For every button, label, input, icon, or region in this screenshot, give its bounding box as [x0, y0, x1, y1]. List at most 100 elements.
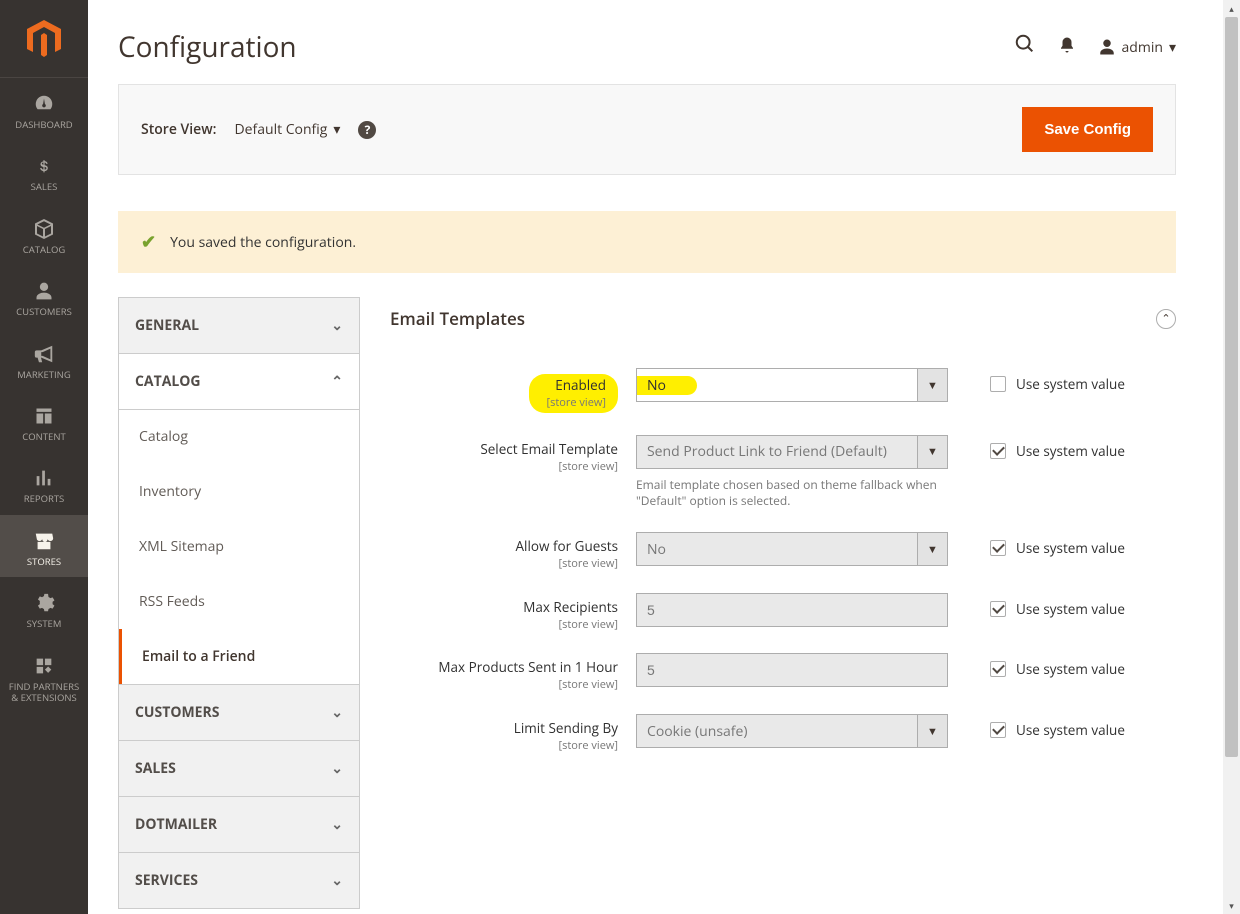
- tab-dotmailer[interactable]: DOTMAILER ⌄: [118, 796, 360, 853]
- nav-content[interactable]: CONTENT: [0, 390, 88, 452]
- tab-general[interactable]: GENERAL ⌄: [118, 297, 360, 354]
- chevron-down-icon: ⌄: [331, 759, 343, 778]
- chevron-down-icon: ▼: [917, 369, 947, 401]
- config-row: Max Recipients[store view] Use system val…: [390, 593, 1176, 632]
- nav-label: SYSTEM: [27, 618, 62, 629]
- save-config-button[interactable]: Save Config: [1022, 107, 1153, 152]
- help-icon[interactable]: ?: [358, 121, 376, 139]
- config-tabs: GENERAL ⌄ CATALOG ⌃ Catalog Inventory XM…: [118, 297, 360, 908]
- tab-label: CUSTOMERS: [135, 703, 219, 722]
- select-value: No: [637, 376, 917, 395]
- tab-catalog[interactable]: CATALOG ⌃: [118, 353, 360, 410]
- nav-label: STORES: [27, 556, 61, 567]
- store-view-switcher[interactable]: Default Config ▾: [234, 120, 340, 139]
- config-content: Email Templates ⌃ Enabled[store view]No▼…: [390, 297, 1176, 908]
- field-label: Max Products Sent in 1 Hour[store view]: [390, 653, 636, 692]
- tab-customers[interactable]: CUSTOMERS ⌄: [118, 684, 360, 741]
- tab-sales[interactable]: SALES ⌄: [118, 740, 360, 797]
- success-text: You saved the configuration.: [170, 233, 356, 252]
- chevron-down-icon: ⌄: [331, 871, 343, 890]
- nav-dashboard[interactable]: DASHBOARD: [0, 78, 88, 140]
- tab-label: GENERAL: [135, 316, 199, 335]
- use-system-toggle[interactable]: Use system value: [948, 593, 1125, 618]
- nav-ext[interactable]: FIND PARTNERS & EXTENSIONS: [0, 640, 88, 714]
- use-system-label: Use system value: [1016, 660, 1125, 678]
- sub-inventory[interactable]: Inventory: [119, 464, 359, 519]
- select-limit-sending-by: Cookie (unsafe)▼: [636, 714, 948, 748]
- config-row: Enabled[store view]No▼ Use system value: [390, 368, 1176, 413]
- nav-label: CONTENT: [22, 431, 65, 442]
- config-row: Max Products Sent in 1 Hour[store view] U…: [390, 653, 1176, 692]
- use-system-toggle[interactable]: Use system value: [948, 714, 1125, 739]
- chevron-down-icon: ⌄: [331, 815, 343, 834]
- use-system-label: Use system value: [1016, 442, 1125, 460]
- notifications-icon[interactable]: [1058, 34, 1076, 61]
- use-system-toggle[interactable]: Use system value: [948, 368, 1125, 393]
- cube-icon: [32, 216, 56, 242]
- field-label: Limit Sending By[store view]: [390, 714, 636, 753]
- checkbox-icon: [990, 601, 1006, 617]
- field-control: [636, 593, 948, 627]
- nav-label: FIND PARTNERS & EXTENSIONS: [9, 681, 79, 704]
- user-menu[interactable]: admin ▾: [1098, 38, 1176, 57]
- chevron-down-icon: ⌄: [331, 703, 343, 722]
- nav-person[interactable]: CUSTOMERS: [0, 265, 88, 327]
- person-icon: [34, 278, 54, 304]
- config-row: Allow for Guests[store view]No▼ Use syste…: [390, 532, 1176, 571]
- select-allow-for-guests: No▼: [636, 532, 948, 566]
- checkbox-icon: [990, 661, 1006, 677]
- use-system-toggle[interactable]: Use system value: [948, 435, 1125, 460]
- use-system-label: Use system value: [1016, 375, 1125, 393]
- sub-email-to-friend[interactable]: Email to a Friend: [119, 629, 359, 684]
- nav-gear[interactable]: SYSTEM: [0, 577, 88, 639]
- collapse-icon[interactable]: ⌃: [1156, 309, 1176, 329]
- section-title: Email Templates: [390, 307, 525, 330]
- main-area: Configuration admin ▾ Store View: Defaul…: [88, 0, 1206, 914]
- reports-icon: [33, 465, 55, 491]
- sub-catalog[interactable]: Catalog: [119, 409, 359, 464]
- field-control: Send Product Link to Friend (Default)▼ Em…: [636, 435, 948, 511]
- nav-label: SALES: [31, 181, 58, 192]
- section-header[interactable]: Email Templates ⌃: [390, 297, 1176, 354]
- nav-label: CUSTOMERS: [16, 306, 72, 317]
- nav-dollar[interactable]: SALES: [0, 140, 88, 202]
- use-system-toggle[interactable]: Use system value: [948, 653, 1125, 678]
- use-system-toggle[interactable]: Use system value: [948, 532, 1125, 557]
- admin-sidebar: DASHBOARD SALES CATALOG CUSTOMERS MARKETING C…: [0, 0, 88, 914]
- use-system-label: Use system value: [1016, 539, 1125, 557]
- tab-services[interactable]: SERVICES ⌄: [118, 852, 360, 909]
- scrollbar[interactable]: ▴ ▾: [1223, 0, 1240, 914]
- select-select-email-template: Send Product Link to Friend (Default)▼: [636, 435, 948, 469]
- sub-rss-feeds[interactable]: RSS Feeds: [119, 574, 359, 629]
- magento-logo[interactable]: [0, 0, 88, 78]
- megaphone-icon: [31, 341, 57, 367]
- field-help: Email template chosen based on theme fal…: [636, 477, 948, 511]
- config-rows: Enabled[store view]No▼Use system valueSe…: [390, 354, 1176, 753]
- input-max-products-sent-in-1-hour: [636, 653, 948, 687]
- nav-label: DASHBOARD: [15, 119, 72, 130]
- search-icon[interactable]: [1014, 33, 1036, 61]
- nav-reports[interactable]: REPORTS: [0, 452, 88, 514]
- store-view-value: Default Config: [234, 120, 327, 139]
- nav-megaphone[interactable]: MARKETING: [0, 328, 88, 390]
- field-control: Cookie (unsafe)▼: [636, 714, 948, 748]
- store-view-bar: Store View: Default Config ▾ ? Save Conf…: [118, 84, 1176, 175]
- scroll-up-icon[interactable]: ▴: [1223, 0, 1240, 17]
- nav-cube[interactable]: CATALOG: [0, 203, 88, 265]
- tab-label: SERVICES: [135, 871, 198, 890]
- caret-down-icon: ▾: [333, 120, 340, 139]
- field-label: Allow for Guests[store view]: [390, 532, 636, 571]
- select-enabled[interactable]: No▼: [636, 368, 948, 402]
- field-label: Max Recipients[store view]: [390, 593, 636, 632]
- select-value: Send Product Link to Friend (Default): [637, 442, 917, 461]
- page-title: Configuration: [118, 28, 297, 66]
- use-system-label: Use system value: [1016, 721, 1125, 739]
- field-label: Enabled[store view]: [390, 368, 636, 413]
- field-control: No▼: [636, 368, 948, 402]
- tab-label: SALES: [135, 759, 176, 778]
- sub-xml-sitemap[interactable]: XML Sitemap: [119, 519, 359, 574]
- nav-stores[interactable]: STORES: [0, 515, 88, 577]
- scroll-thumb[interactable]: [1225, 17, 1238, 757]
- select-value: Cookie (unsafe): [637, 722, 917, 741]
- scroll-down-icon[interactable]: ▾: [1223, 897, 1240, 914]
